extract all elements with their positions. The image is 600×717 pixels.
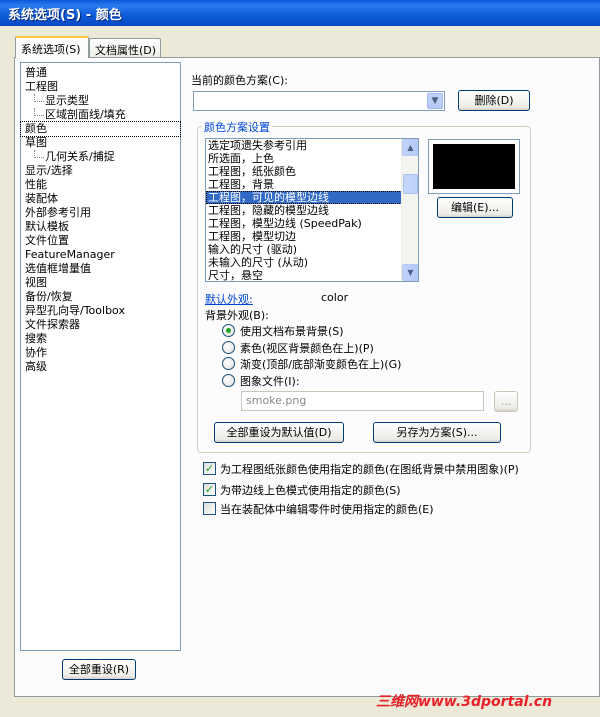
list-item[interactable]: 输入的尺寸 (驱动) xyxy=(206,243,418,256)
tree-item[interactable]: 颜色 xyxy=(20,121,181,137)
tree-item[interactable]: 普通 xyxy=(21,66,180,80)
tree-item[interactable]: 显示/选择 xyxy=(21,164,180,178)
list-item[interactable]: 工程图，可见的模型边线 xyxy=(206,191,418,204)
checkbox[interactable]: ✓ xyxy=(203,483,216,496)
checkbox[interactable] xyxy=(203,502,216,515)
default-appearance-label[interactable]: 默认外观: xyxy=(205,291,253,307)
list-item[interactable]: 工程图，模型边线 (SpeedPak) xyxy=(206,217,418,230)
tree-item[interactable]: 异型孔向导/Toolbox xyxy=(21,304,180,318)
radio-button[interactable] xyxy=(222,324,235,337)
browse-image-button[interactable]: ... xyxy=(494,391,518,412)
list-item[interactable]: 选定项遗失参考引用 xyxy=(206,139,418,152)
tree-item[interactable]: 视图 xyxy=(21,276,180,290)
tree-item[interactable]: 外部参考引用 xyxy=(21,206,180,220)
radio-label: 图象文件(I): xyxy=(240,375,300,388)
radio-label: 素色(视区背景颜色在上)(P) xyxy=(240,342,374,355)
color-preview xyxy=(428,139,520,194)
color-items-list[interactable]: 选定项遗失参考引用 所选面，上色 工程图，纸张颜色 工程图，背景 工程图，可见的模型边线… xyxy=(205,138,419,282)
tree-item[interactable]: 协作 xyxy=(21,346,180,360)
reset-all-button[interactable]: 全部重设(R) xyxy=(62,659,136,680)
window-title: 系统选项(S) - 颜色 xyxy=(8,8,122,23)
tree-item[interactable]: FeatureManager xyxy=(21,248,180,262)
save-as-scheme-button[interactable]: 另存为方案(S)... xyxy=(373,422,501,443)
tree-item[interactable]: 几何关系/捕捉 xyxy=(21,150,180,164)
tree-item[interactable]: 默认模板 xyxy=(21,220,180,234)
scroll-thumb[interactable] xyxy=(403,174,418,194)
radio-button[interactable] xyxy=(222,374,235,387)
list-item[interactable]: 尺寸，悬空 xyxy=(206,269,418,281)
scroll-up-icon[interactable]: ▲ xyxy=(402,139,418,156)
options-tree[interactable]: 普通 工程图 显示类型 区域剖面线/填充 颜色 草图 几何关系/捕捉 显示/选择 性能 装配体 外部… xyxy=(20,62,181,651)
radio-button[interactable] xyxy=(222,341,235,354)
site-watermark: 三维网www.3dportal.cn xyxy=(376,694,553,710)
edit-color-button[interactable]: 编辑(E)... xyxy=(437,197,513,218)
checkbox-label: 为带边线上色模式使用指定的颜色(S) xyxy=(220,484,401,497)
list-item[interactable]: 工程图，背景 xyxy=(206,178,418,191)
tree-item[interactable]: 高级 xyxy=(21,360,180,374)
checkbox-label: 当在装配体中编辑零件时使用指定的颜色(E) xyxy=(220,503,434,516)
color-scheme-select[interactable]: ▼ xyxy=(193,91,445,111)
radio-label: 使用文档布景背景(S) xyxy=(240,325,344,338)
tree-item[interactable]: 性能 xyxy=(21,178,180,192)
scroll-down-icon[interactable]: ▼ xyxy=(402,264,418,281)
default-appearance-value: color xyxy=(321,291,349,304)
color-scheme-settings-label: 颜色方案设置 xyxy=(202,119,272,135)
color-preview-swatch xyxy=(433,144,515,189)
window-title-bar[interactable]: 系统选项(S) - 颜色 xyxy=(0,0,600,26)
radio-label: 渐变(顶部/底部渐变颜色在上)(G) xyxy=(240,358,402,371)
tree-item[interactable]: 区域剖面线/填充 xyxy=(21,108,180,122)
background-appearance-label: 背景外观(B): xyxy=(205,309,269,322)
color-scheme-label: 当前的颜色方案(C): xyxy=(191,74,288,87)
checkbox[interactable]: ✓ xyxy=(203,462,216,475)
tree-item[interactable]: 显示类型 xyxy=(21,94,180,108)
chevron-down-icon[interactable]: ▼ xyxy=(427,93,443,109)
list-item[interactable]: 未输入的尺寸 (从动) xyxy=(206,256,418,269)
list-item[interactable]: 工程图，纸张颜色 xyxy=(206,165,418,178)
checkbox-label: 为工程图纸张颜色使用指定的颜色(在图纸背景中禁用图象)(P) xyxy=(220,463,519,476)
reset-to-defaults-button[interactable]: 全部重设为默认值(D) xyxy=(214,422,344,443)
list-item[interactable]: 工程图，隐藏的模型边线 xyxy=(206,204,418,217)
tree-item[interactable]: 备份/恢复 xyxy=(21,290,180,304)
list-item[interactable]: 所选面，上色 xyxy=(206,152,418,165)
tab-document-properties[interactable]: 文档属性(D) xyxy=(89,38,161,58)
tree-item[interactable]: 工程图 xyxy=(21,80,180,94)
tree-item[interactable]: 装配体 xyxy=(21,192,180,206)
image-file-input[interactable]: smoke.png xyxy=(241,391,484,411)
list-item[interactable]: 工程图，模型切边 xyxy=(206,230,418,243)
tree-item[interactable]: 搜索 xyxy=(21,332,180,346)
radio-button[interactable] xyxy=(222,357,235,370)
tree-item[interactable]: 文件探索器 xyxy=(21,318,180,332)
tree-item[interactable]: 选值框增量值 xyxy=(21,262,180,276)
tree-item[interactable]: 文件位置 xyxy=(21,234,180,248)
list-scrollbar[interactable]: ▲ ▼ xyxy=(401,139,418,281)
tab-system-options[interactable]: 系统选项(S) xyxy=(15,36,89,58)
tree-item[interactable]: 草图 xyxy=(21,136,180,150)
delete-scheme-button[interactable]: 删除(D) xyxy=(458,90,530,111)
